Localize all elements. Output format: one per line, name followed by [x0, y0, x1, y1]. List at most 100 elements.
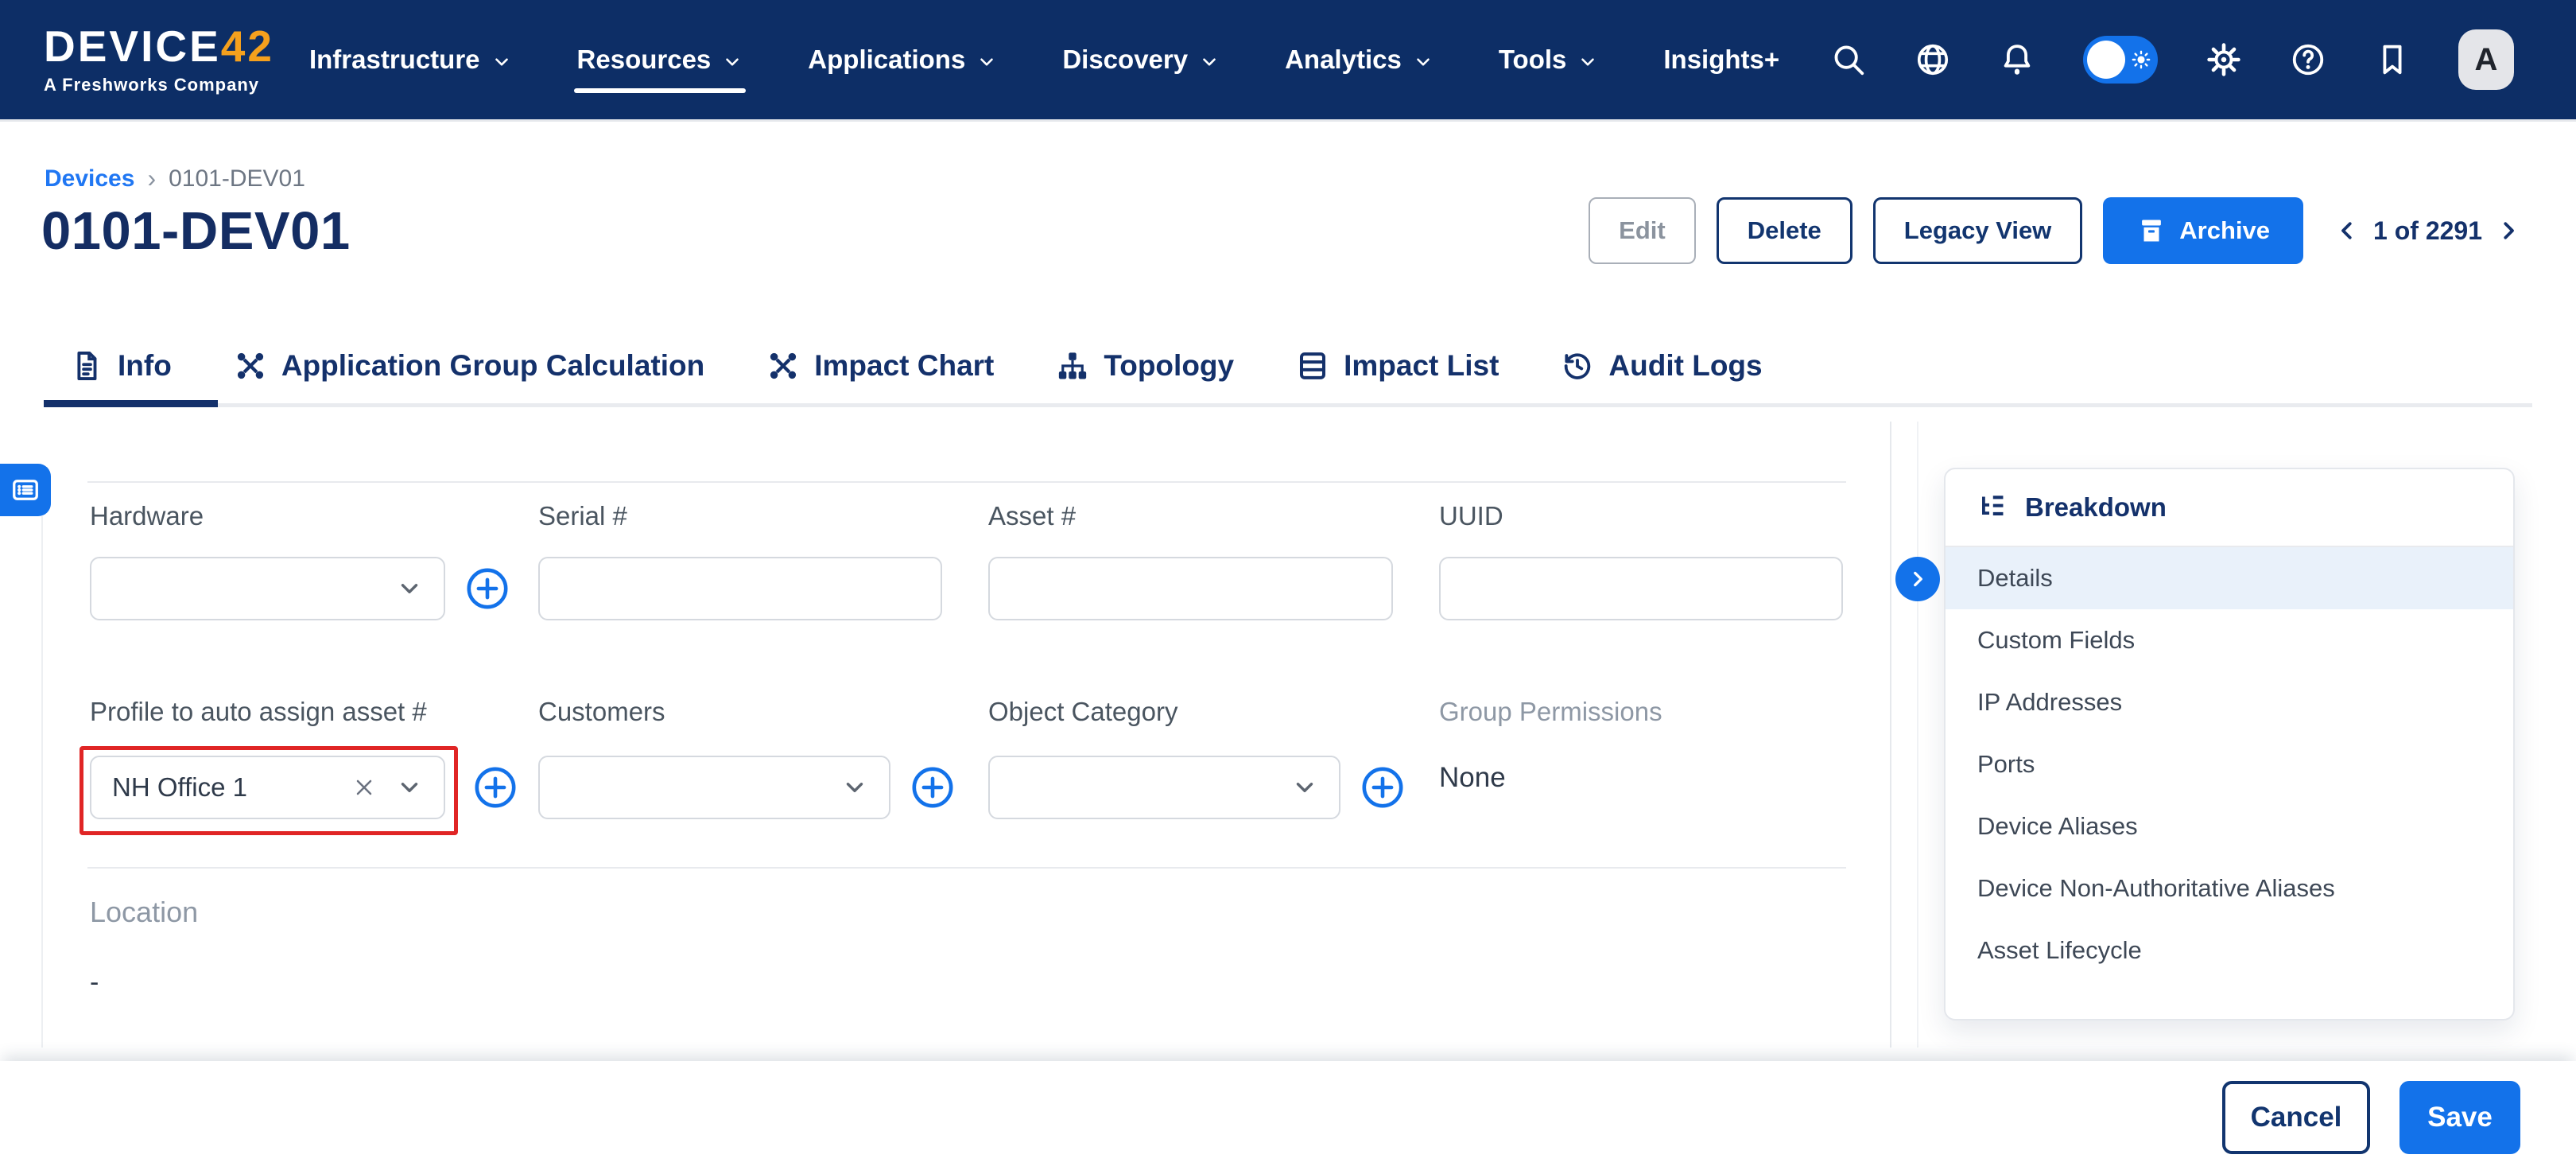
left-panel-divider [41, 516, 43, 1048]
sun-icon [2131, 49, 2151, 70]
field-asset: Asset # [988, 501, 1402, 620]
nav-item-tools[interactable]: Tools [1499, 0, 1599, 119]
tab-label: Info [118, 349, 172, 383]
plus-circle-icon [464, 566, 510, 612]
field-group-permissions: Group Permissions None [1439, 697, 1852, 794]
cancel-button[interactable]: Cancel [2222, 1081, 2370, 1154]
chevron-down-icon [1413, 52, 1433, 72]
panel-track-divider [1917, 422, 1918, 1048]
field-location: Location - [90, 896, 503, 998]
nav-item-label: Discovery [1062, 45, 1188, 75]
help-icon[interactable] [2290, 41, 2326, 78]
field-label: Group Permissions [1439, 697, 1852, 727]
nav-item-discovery[interactable]: Discovery [1062, 0, 1220, 119]
tab-label: Topology [1104, 349, 1234, 383]
theme-toggle[interactable] [2083, 36, 2158, 84]
nav-item-label: Applications [808, 45, 965, 75]
chevron-down-icon [396, 575, 423, 602]
field-customers: Customers [538, 697, 968, 819]
add-customer-button[interactable] [910, 764, 956, 811]
top-navigation-bar: DEVICE42 A Freshworks Company Infrastruc… [0, 0, 2576, 119]
chevron-down-icon [1291, 774, 1318, 801]
archive-button[interactable]: Archive [2103, 197, 2303, 264]
clear-icon[interactable] [351, 775, 377, 800]
legacy-view-button[interactable]: Legacy View [1873, 197, 2083, 264]
breakdown-item-device-aliases[interactable]: Device Aliases [1946, 795, 2513, 857]
action-bar: Edit Delete Legacy View Archive 1 of 229… [1589, 197, 2520, 264]
avatar-letter: A [2475, 42, 2498, 78]
panel-collapse-button[interactable] [1895, 557, 1940, 601]
field-object-category: Object Category [988, 697, 1418, 819]
breakdown-header: Breakdown [1946, 469, 2513, 547]
uuid-input[interactable] [1439, 557, 1843, 620]
device42-logo[interactable]: DEVICE42 A Freshworks Company [44, 25, 274, 95]
next-device-button[interactable] [2496, 219, 2520, 243]
tab-label: Application Group Calculation [281, 349, 704, 383]
save-button[interactable]: Save [2399, 1081, 2520, 1154]
section-divider [87, 867, 1846, 869]
tab-label: Impact Chart [814, 349, 994, 383]
field-hardware: Hardware [90, 501, 519, 620]
breakdown-item-device-non-authoritative-aliases[interactable]: Device Non-Authoritative Aliases [1946, 857, 2513, 919]
add-profile-button[interactable] [472, 764, 518, 811]
nav-item-applications[interactable]: Applications [808, 0, 997, 119]
nav-item-label: Infrastructure [309, 45, 480, 75]
nav-item-infrastructure[interactable]: Infrastructure [309, 0, 512, 119]
location-value: - [90, 967, 503, 998]
object-category-select[interactable] [988, 756, 1340, 819]
chevron-down-icon [722, 52, 743, 72]
tab-impact-list[interactable]: Impact List [1296, 328, 1499, 403]
delete-button[interactable]: Delete [1717, 197, 1852, 264]
chevron-down-icon [976, 52, 997, 72]
share-nodes-icon [234, 349, 267, 383]
add-hardware-button[interactable] [464, 566, 510, 612]
breadcrumb-devices-link[interactable]: Devices [45, 165, 134, 192]
nav-divider [0, 119, 2576, 122]
tab-info[interactable]: Info [70, 328, 172, 403]
tab-application-group-calculation[interactable]: Application Group Calculation [234, 328, 704, 403]
breakdown-item-ip-addresses[interactable]: IP Addresses [1946, 671, 2513, 733]
field-serial: Serial # [538, 501, 952, 620]
nav-item-resources[interactable]: Resources [577, 0, 743, 119]
breakdown-item-asset-lifecycle[interactable]: Asset Lifecycle [1946, 919, 2513, 982]
tab-topology[interactable]: Topology [1056, 328, 1234, 403]
avatar[interactable]: A [2458, 29, 2514, 90]
section-divider [87, 481, 1846, 483]
asset-input[interactable] [988, 557, 1393, 620]
search-icon[interactable] [1830, 41, 1867, 78]
rows-icon [1296, 349, 1329, 383]
brand-tagline: A Freshworks Company [44, 75, 274, 95]
globe-icon[interactable] [1915, 41, 1951, 78]
brand-suffix: 42 [221, 21, 274, 71]
history-icon [1561, 349, 1594, 383]
hardware-select[interactable] [90, 557, 445, 620]
serial-input[interactable] [538, 557, 942, 620]
previous-device-button[interactable] [2335, 219, 2359, 243]
edit-button[interactable]: Edit [1589, 197, 1696, 264]
customers-select[interactable] [538, 756, 890, 819]
nav-icon-group: A [1830, 29, 2576, 90]
field-label: Hardware [90, 501, 519, 531]
chevron-down-icon [491, 52, 512, 72]
nav-item-insights[interactable]: Insights+ [1663, 0, 1779, 119]
breakdown-item-ports[interactable]: Ports [1946, 733, 2513, 795]
content-divider [1890, 422, 1891, 1048]
bookmark-icon[interactable] [2374, 41, 2411, 78]
tab-impact-chart[interactable]: Impact Chart [766, 328, 994, 403]
list-tree-icon [1977, 492, 2008, 523]
archive-icon [2136, 216, 2167, 246]
tab-audit-logs[interactable]: Audit Logs [1561, 328, 1762, 403]
profile-select[interactable]: NH Office 1 [90, 756, 445, 819]
chevron-right-icon [1907, 569, 1928, 589]
breakdown-item-custom-fields[interactable]: Custom Fields [1946, 609, 2513, 671]
add-object-category-button[interactable] [1360, 764, 1406, 811]
tab-label: Impact List [1344, 349, 1499, 383]
nav-item-analytics[interactable]: Analytics [1285, 0, 1433, 119]
page-title: 0101-DEV01 [41, 200, 351, 262]
bell-icon[interactable] [1999, 41, 2035, 78]
chevron-left-icon [2335, 219, 2359, 243]
gear-icon[interactable] [2206, 41, 2242, 78]
list-icon [10, 476, 41, 504]
left-panel-toggle[interactable] [0, 464, 51, 516]
breakdown-item-details[interactable]: Details [1946, 547, 2513, 609]
